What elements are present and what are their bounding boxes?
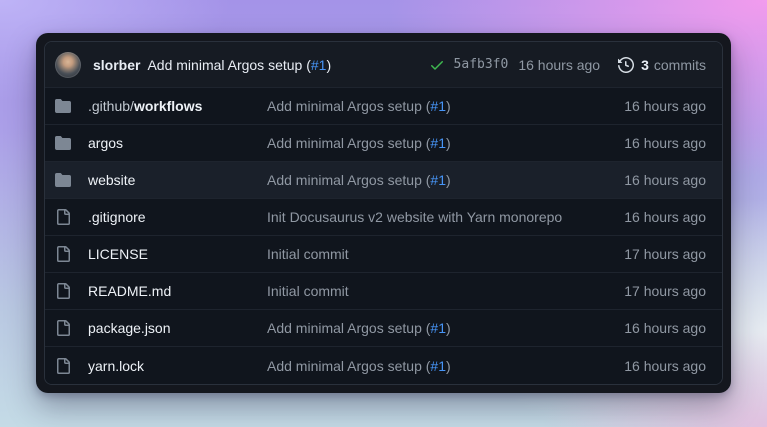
table-row: yarn.lock Add minimal Argos setup (#1) 1… — [45, 347, 722, 384]
row-pr-wrap: (#1) — [426, 320, 451, 336]
pr-link[interactable]: #1 — [430, 135, 446, 151]
file-name[interactable]: argos — [88, 135, 123, 151]
file-name[interactable]: workflows — [134, 98, 202, 114]
paren-close: ) — [446, 172, 451, 188]
file-name[interactable]: website — [88, 172, 135, 188]
paren-close: ) — [446, 358, 451, 374]
row-commit-message[interactable]: Add minimal Argos setup — [267, 358, 426, 374]
commit-message-cell: Add minimal Argos setup (#1) — [267, 98, 586, 114]
table-row: argos Add minimal Argos setup (#1) 16 ho… — [45, 125, 722, 162]
row-commit-message[interactable]: Initial commit — [267, 283, 349, 299]
commit-hash[interactable]: 5afb3f0 — [454, 57, 509, 72]
commits-count: 3 — [641, 57, 649, 73]
file-name[interactable]: README.md — [88, 283, 171, 299]
row-commit-message[interactable]: Initial commit — [267, 246, 349, 262]
file-icon — [55, 283, 71, 299]
latest-commit-header: slorber Add minimal Argos setup (#1) 5af… — [45, 42, 722, 88]
check-icon[interactable] — [429, 57, 445, 73]
commit-age-cell[interactable]: 16 hours ago — [586, 358, 706, 374]
file-name-cell: package.json — [55, 320, 267, 336]
folder-icon — [55, 98, 71, 114]
avatar[interactable] — [55, 52, 81, 78]
file-name-cell: .github/workflows — [55, 98, 267, 114]
file-icon — [55, 209, 71, 225]
history-icon — [618, 57, 634, 73]
file-table-body: .github/workflows Add minimal Argos setu… — [45, 88, 722, 384]
row-pr-wrap: (#1) — [426, 98, 451, 114]
commit-age-cell[interactable]: 16 hours ago — [586, 135, 706, 151]
commit-age-cell[interactable]: 17 hours ago — [586, 283, 706, 299]
file-icon — [55, 358, 71, 374]
row-commit-message[interactable]: Add minimal Argos setup — [267, 320, 426, 336]
pr-link[interactable]: #1 — [430, 172, 446, 188]
file-table: slorber Add minimal Argos setup (#1) 5af… — [44, 41, 723, 385]
commit-age-cell[interactable]: 16 hours ago — [586, 98, 706, 114]
commit-message[interactable]: Add minimal Argos setup (#1) — [147, 57, 331, 73]
file-name-prefix[interactable]: .github/ — [88, 98, 134, 114]
file-name[interactable]: yarn.lock — [88, 358, 144, 374]
folder-icon — [55, 135, 71, 151]
row-commit-message[interactable]: Init Docusaurus v2 website with Yarn mon… — [267, 209, 562, 225]
file-name[interactable]: package.json — [88, 320, 171, 336]
commit-message-cell: Add minimal Argos setup (#1) — [267, 320, 586, 336]
table-row: LICENSE Initial commit 17 hours ago — [45, 236, 722, 273]
commit-age-cell[interactable]: 17 hours ago — [586, 246, 706, 262]
row-commit-message[interactable]: Add minimal Argos setup — [267, 135, 426, 151]
file-icon — [55, 246, 71, 262]
paren-close: ) — [446, 320, 451, 336]
pr-link[interactable]: #1 — [430, 98, 446, 114]
table-row: .github/workflows Add minimal Argos setu… — [45, 88, 722, 125]
row-commit-message[interactable]: Add minimal Argos setup — [267, 172, 426, 188]
commit-message-cell: Add minimal Argos setup (#1) — [267, 358, 586, 374]
file-name-cell: README.md — [55, 283, 267, 299]
row-pr-wrap: (#1) — [426, 135, 451, 151]
commit-meta: 5afb3f0 16 hours ago 3 commits — [429, 57, 706, 73]
commits-label: commits — [654, 57, 706, 73]
repo-file-browser-card: slorber Add minimal Argos setup (#1) 5af… — [36, 33, 731, 393]
commit-message-text: Add minimal Argos setup — [147, 57, 306, 73]
commit-message-cell: Init Docusaurus v2 website with Yarn mon… — [267, 209, 586, 225]
pr-link[interactable]: #1 — [311, 57, 327, 73]
table-row: README.md Initial commit 17 hours ago — [45, 273, 722, 310]
table-row: package.json Add minimal Argos setup (#1… — [45, 310, 722, 347]
row-commit-message[interactable]: Add minimal Argos setup — [267, 98, 426, 114]
folder-icon — [55, 172, 71, 188]
row-pr-wrap: (#1) — [426, 172, 451, 188]
paren-close: ) — [326, 57, 331, 73]
file-name[interactable]: LICENSE — [88, 246, 148, 262]
table-row: website Add minimal Argos setup (#1) 16 … — [45, 162, 722, 199]
commit-message-cell: Add minimal Argos setup (#1) — [267, 135, 586, 151]
commit-author[interactable]: slorber — [93, 57, 140, 73]
commit-age-cell[interactable]: 16 hours ago — [586, 320, 706, 336]
file-name-cell: website — [55, 172, 267, 188]
file-name[interactable]: .gitignore — [88, 209, 146, 225]
paren-close: ) — [446, 135, 451, 151]
file-name-cell: LICENSE — [55, 246, 267, 262]
paren-close: ) — [446, 98, 451, 114]
file-name-cell: .gitignore — [55, 209, 267, 225]
file-name-cell: argos — [55, 135, 267, 151]
commit-age-cell[interactable]: 16 hours ago — [586, 209, 706, 225]
file-name-cell: yarn.lock — [55, 358, 267, 374]
file-icon — [55, 320, 71, 336]
commit-message-cell: Initial commit — [267, 283, 586, 299]
table-row: .gitignore Init Docusaurus v2 website wi… — [45, 199, 722, 236]
row-pr-wrap: (#1) — [426, 358, 451, 374]
commit-age: 16 hours ago — [518, 57, 600, 73]
commit-message-cell: Initial commit — [267, 246, 586, 262]
pr-link[interactable]: #1 — [430, 320, 446, 336]
commit-message-cell: Add minimal Argos setup (#1) — [267, 172, 586, 188]
commit-history-link[interactable]: 3 commits — [618, 57, 706, 73]
commit-age-cell[interactable]: 16 hours ago — [586, 172, 706, 188]
pr-link[interactable]: #1 — [430, 358, 446, 374]
